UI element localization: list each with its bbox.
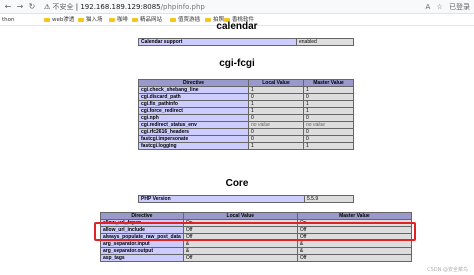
url-host: 192.168.189.129:8085 (80, 3, 161, 11)
master-value: 0 (303, 114, 354, 122)
master-value: & (296, 247, 413, 255)
master-value: 0 (303, 93, 354, 101)
local-value: 1 (248, 107, 304, 115)
php-version-table: PHP Version 5.5.9 (138, 195, 354, 203)
local-value: 0 (248, 114, 304, 122)
master-value: 1 (303, 142, 354, 150)
column-header-directive: Directive (100, 212, 184, 220)
master-value: & (296, 240, 413, 248)
master-value: 1 (303, 107, 354, 115)
url-field[interactable]: ⚠ 不安全 | 192.168.189.129:8085/phpinfo.php (44, 2, 205, 12)
url-separator: | (75, 3, 79, 11)
no-value-text: no value (306, 122, 325, 128)
table-row: PHP Version 5.5.9 (138, 195, 354, 203)
table-row: arg_separator.output & & (100, 247, 413, 255)
directive-name: cgi.redirect_status_env (138, 121, 249, 129)
section-title-core: Core (225, 178, 249, 189)
table-header-row: Directive Local Value Master Value (138, 79, 354, 87)
highlight-box (94, 222, 416, 241)
master-value: Off (296, 254, 413, 262)
directive-name: cgi.discard_path (138, 93, 249, 101)
table-row: cgi.check_shebang_line 1 1 (138, 86, 354, 94)
table-row: Calendar support enabled (138, 38, 354, 46)
directive-name: cgi.check_shebang_line (138, 86, 249, 94)
table-row: cgi.force_redirect 1 1 (138, 107, 354, 115)
table-row: cgi.redirect_status_env no value no value (138, 121, 354, 129)
watermark: CSDN @安全菜鸟 (427, 267, 468, 273)
php-version-value: 5.5.9 (304, 195, 354, 203)
directive-name: cgi.force_redirect (138, 107, 249, 115)
master-value: no value (303, 121, 354, 129)
local-value: 1 (248, 100, 304, 108)
column-header-master: Master Value (296, 212, 413, 220)
local-value: 0 (248, 93, 304, 101)
table-header-row: Directive Local Value Master Value (100, 212, 413, 220)
master-value: 1 (303, 86, 354, 94)
table-row: fastcgi.impersonate 0 0 (138, 135, 354, 143)
column-header-local: Local Value (248, 79, 304, 87)
section-title-calendar: calendar (216, 21, 258, 32)
local-value: no value (248, 121, 304, 129)
directive-name: fastcgi.impersonate (138, 135, 249, 143)
directive-name: fastcgi.logging (138, 142, 249, 150)
local-value: 0 (248, 128, 304, 136)
profile-label[interactable]: 已登录 (449, 3, 470, 11)
local-value: Off (182, 254, 298, 262)
local-value: 1 (248, 86, 304, 94)
star-icon[interactable]: ☆ (436, 3, 442, 11)
table-row: cgi.nph 0 0 (138, 114, 354, 122)
local-value: 1 (248, 142, 304, 150)
security-label: 不安全 (52, 3, 74, 11)
directive-name: cgi.fix_pathinfo (138, 100, 249, 108)
master-value: 0 (303, 135, 354, 143)
calendar-table: Calendar support enabled (138, 38, 354, 46)
master-value: 1 (303, 100, 354, 108)
directive-name: cgi.nph (138, 114, 249, 122)
toolbar-right: A ☆ 已登录 (421, 2, 470, 12)
table-row: cgi.fix_pathinfo 1 1 (138, 100, 354, 108)
directive-name: cgi.rfc2616_headers (138, 128, 249, 136)
directive-name: asp_tags (100, 254, 184, 262)
local-value: 0 (248, 135, 304, 143)
directive-name: arg_separator.output (100, 247, 184, 255)
directive-value: enabled (296, 38, 354, 46)
warning-icon: ⚠ (44, 3, 51, 11)
cgi-fcgi-table: Directive Local Value Master Value cgi.c… (138, 79, 354, 150)
no-value-text: no value (251, 122, 270, 128)
table-row: cgi.rfc2616_headers 0 0 (138, 128, 354, 136)
master-value: 0 (303, 128, 354, 136)
table-row: asp_tags Off Off (100, 254, 413, 262)
column-header-local: Local Value (182, 212, 298, 220)
directive-name: Calendar support (138, 38, 297, 46)
forward-icon[interactable]: → (15, 2, 25, 12)
url-path: /phpinfo.php (160, 3, 205, 11)
local-value: & (182, 240, 298, 248)
table-row: cgi.discard_path 0 0 (138, 93, 354, 101)
reader-mode-icon[interactable]: A (425, 3, 430, 11)
address-bar: ← → ↻ ⚠ 不安全 | 192.168.189.129:8085/phpin… (0, 0, 474, 14)
table-row: fastcgi.logging 1 1 (138, 142, 354, 150)
section-title-cgi: cgi-fcgi (219, 58, 255, 69)
directive-name: PHP Version (138, 195, 305, 203)
table-row: arg_separator.input & & (100, 240, 413, 248)
back-icon[interactable]: ← (3, 2, 13, 12)
column-header-master: Master Value (303, 79, 354, 87)
reload-icon[interactable]: ↻ (27, 2, 37, 12)
local-value: & (182, 247, 298, 255)
directive-name: arg_separator.input (100, 240, 184, 248)
column-header-directive: Directive (138, 79, 249, 87)
